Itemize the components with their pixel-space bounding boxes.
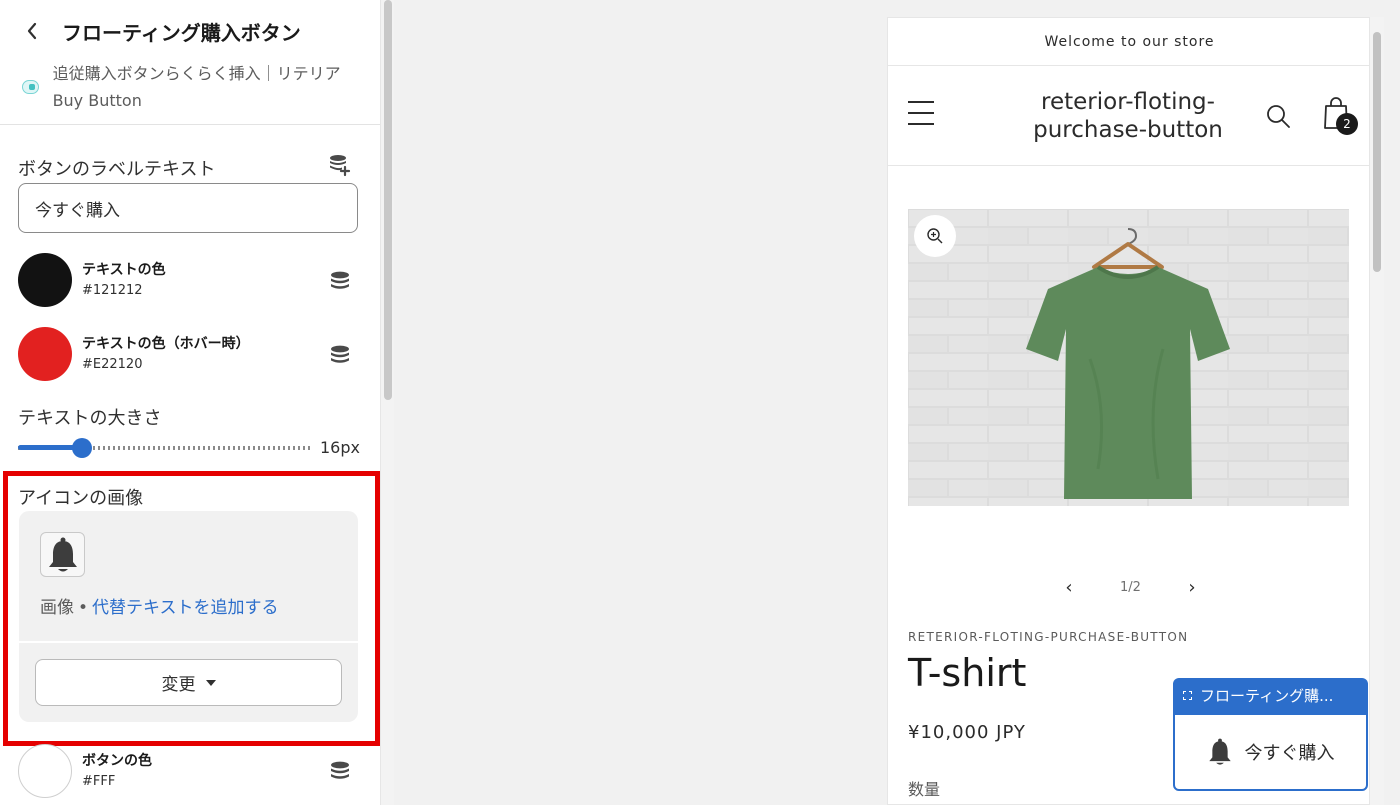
app-name: 追従購入ボタンらくらく挿入｜リテリア Buy Button bbox=[52, 64, 341, 110]
button-color-label: ボタンの色 bbox=[82, 753, 152, 769]
select-icon bbox=[1183, 691, 1192, 700]
zoom-in-icon bbox=[927, 228, 943, 244]
panel-scrollbar[interactable] bbox=[380, 0, 394, 805]
preview-scrollbar[interactable] bbox=[1370, 17, 1384, 805]
divider bbox=[0, 124, 380, 125]
product-title: T-shirt bbox=[908, 651, 1027, 695]
text-hover-color-swatch[interactable] bbox=[18, 327, 72, 381]
text-size-heading: テキストの大きさ bbox=[18, 408, 162, 429]
zoom-button[interactable] bbox=[914, 215, 956, 257]
bell-icon bbox=[1208, 738, 1231, 765]
product-price: ¥10,000 JPY bbox=[908, 722, 1026, 743]
back-button[interactable] bbox=[22, 16, 42, 46]
database-icon[interactable] bbox=[329, 760, 351, 782]
scrollbar-thumb[interactable] bbox=[1373, 32, 1381, 272]
scrollbar-thumb[interactable] bbox=[384, 0, 392, 400]
floating-button-label: 今すぐ購入 bbox=[1244, 743, 1335, 764]
floating-purchase-button[interactable]: 今すぐ購入 bbox=[1173, 713, 1368, 791]
image-pager: ‹ 1/2 › bbox=[1058, 576, 1203, 598]
chevron-left-icon[interactable]: ‹ bbox=[1058, 577, 1080, 598]
text-hover-color-label: テキストの色（ホバー時） bbox=[82, 336, 250, 352]
text-color-swatch[interactable] bbox=[18, 253, 72, 307]
text-color-setting[interactable]: テキストの色 #121212 bbox=[18, 252, 358, 308]
text-color-hex: #121212 bbox=[82, 283, 143, 298]
label-text-heading: ボタンのラベルテキスト bbox=[18, 159, 216, 180]
highlight-box bbox=[3, 471, 380, 746]
chevron-right-icon[interactable]: › bbox=[1181, 577, 1203, 598]
announcement-bar: Welcome to our store bbox=[888, 18, 1369, 66]
text-size-slider[interactable] bbox=[18, 438, 310, 458]
panel-title: フローティング購入ボタン bbox=[62, 20, 301, 45]
settings-panel: フローティング購入ボタン 追従購入ボタンらくらく挿入｜リテリア Buy Butt… bbox=[0, 0, 380, 805]
quantity-label: 数量 bbox=[908, 780, 941, 799]
floating-block-name: フローティング購... bbox=[1200, 687, 1334, 705]
database-icon[interactable] bbox=[329, 344, 351, 366]
text-hover-color-hex: #E22120 bbox=[82, 357, 143, 372]
product-image[interactable] bbox=[908, 209, 1349, 506]
label-text-input[interactable] bbox=[18, 183, 358, 233]
store-name[interactable]: reterior-floting-purchase-button bbox=[1018, 88, 1238, 144]
app-logo-icon bbox=[22, 80, 39, 94]
database-icon[interactable] bbox=[329, 270, 351, 292]
text-hover-color-setting[interactable]: テキストの色（ホバー時） #E22120 bbox=[18, 326, 358, 382]
text-color-label: テキストの色 bbox=[82, 262, 166, 278]
button-color-swatch[interactable] bbox=[18, 744, 72, 798]
search-icon[interactable] bbox=[1265, 103, 1291, 129]
button-color-setting[interactable]: ボタンの色 #FFF bbox=[18, 743, 358, 799]
slider-thumb[interactable] bbox=[72, 438, 93, 458]
menu-icon[interactable] bbox=[908, 101, 934, 127]
app-source: 追従購入ボタンらくらく挿入｜リテリア Buy Button bbox=[22, 60, 362, 114]
button-color-hex: #FFF bbox=[82, 774, 116, 789]
text-size-value: 16px bbox=[320, 438, 360, 457]
cart-count-badge: 2 bbox=[1336, 113, 1358, 135]
product-vendor: RETERIOR-FLOTING-PURCHASE-BUTTON bbox=[908, 630, 1189, 644]
database-add-icon[interactable] bbox=[328, 153, 351, 177]
floating-block-tag[interactable]: フローティング購... bbox=[1173, 678, 1368, 713]
panel-header: フローティング購入ボタン bbox=[22, 16, 301, 46]
pager-count: 1/2 bbox=[1120, 579, 1141, 595]
store-header: reterior-floting-purchase-button 2 bbox=[888, 66, 1369, 166]
chevron-left-icon bbox=[27, 22, 37, 40]
